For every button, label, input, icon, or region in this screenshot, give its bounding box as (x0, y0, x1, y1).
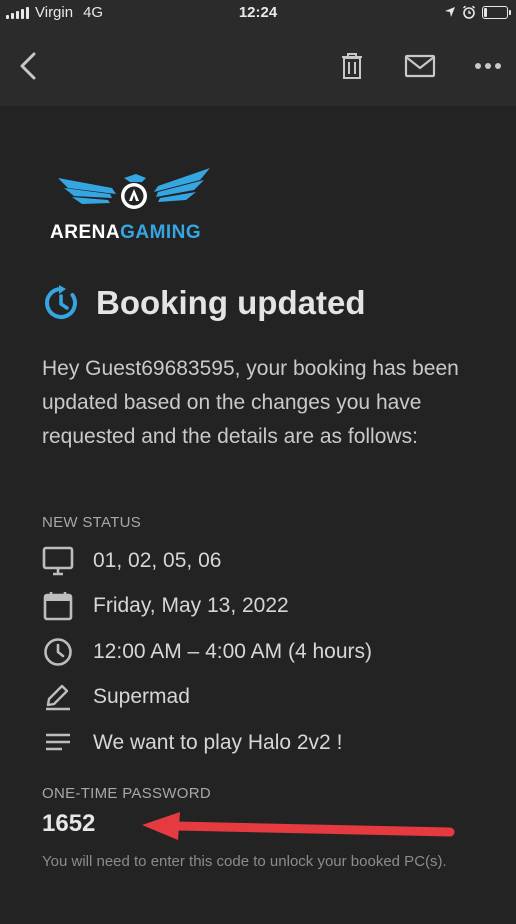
back-button[interactable] (10, 26, 46, 106)
refresh-clock-icon (45, 285, 77, 319)
logo-wordmark: ARENAGAMING (50, 222, 220, 244)
status-icons (444, 5, 511, 19)
intro-paragraph: Hey Guest69683595, your booking has been… (42, 357, 459, 448)
clock-time: 12:24 (238, 4, 278, 21)
email-toolbar (0, 26, 516, 106)
otp-label: ONE-TIME PASSWORD (42, 785, 211, 802)
page-title-text: Booking updated (96, 284, 366, 321)
otp-note: You will need to enter this code to unlo… (42, 853, 447, 870)
arena-gaming-logo: ARENAGAMING (50, 164, 220, 250)
status-row-date: Friday, May 13, 2022 (42, 590, 289, 622)
status-pcs-text: 01, 02, 05, 06 (93, 549, 222, 572)
status-date-text: Friday, May 13, 2022 (93, 594, 289, 617)
eagle-logo-icon (58, 168, 210, 209)
status-row-pcs: 01, 02, 05, 06 (42, 545, 221, 577)
logo-word-gaming: GAMING (120, 222, 202, 243)
status-name-text: Supermad (93, 685, 190, 708)
status-bar: Virgin 4G 12:24 (0, 0, 516, 26)
page-title: Booking updated (42, 284, 365, 322)
new-status-label: NEW STATUS (42, 514, 142, 531)
battery-icon (482, 5, 511, 19)
status-row-time: 12:00 AM – 4:00 AM (4 hours) (42, 636, 372, 668)
mail-button[interactable] (400, 26, 440, 106)
more-options-button[interactable] (468, 26, 508, 106)
email-body: ARENAGAMING Booking updated Hey Guest696… (0, 106, 516, 924)
location-arrow-icon (445, 7, 455, 17)
status-row-notes: We want to play Halo 2v2 ! (42, 727, 342, 759)
notes-icon (42, 727, 74, 759)
alarm-icon (462, 5, 476, 19)
red-arrow-annotation (142, 812, 455, 840)
more-horizontal-icon (475, 63, 501, 69)
pencil-icon (42, 681, 74, 713)
clock-icon (42, 636, 74, 668)
envelope-icon (404, 54, 436, 78)
calendar-icon (42, 590, 74, 622)
status-notes-text: We want to play Halo 2v2 ! (93, 731, 343, 754)
monitor-icon (42, 545, 74, 577)
chevron-left-icon (20, 52, 36, 80)
trash-icon (342, 53, 362, 79)
logo-word-arena: ARENA (50, 222, 121, 243)
otp-code: 1652 (42, 810, 96, 837)
status-row-name: Supermad (42, 681, 190, 713)
status-time-text: 12:00 AM – 4:00 AM (4 hours) (93, 640, 372, 663)
delete-button[interactable] (334, 26, 370, 106)
